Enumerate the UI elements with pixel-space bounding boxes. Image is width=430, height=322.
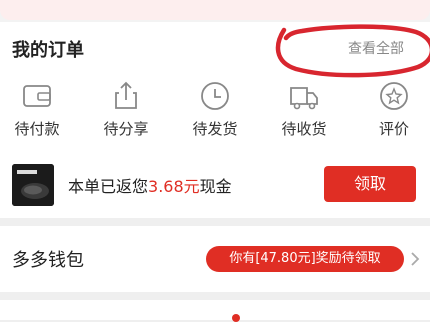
clock-icon: [201, 82, 229, 110]
status-pending-share[interactable]: 待分享: [91, 80, 161, 150]
cashback-amount: 3.68元: [148, 177, 200, 196]
view-all-link[interactable]: 查看全部: [348, 38, 404, 58]
claim-button[interactable]: 领取: [324, 166, 416, 202]
truck-icon: [290, 87, 318, 110]
order-status-row: 待付款 待分享 待发货 待收货 评价: [0, 80, 430, 150]
status-pending-payment[interactable]: 待付款: [2, 80, 72, 150]
notification-dot: [232, 314, 240, 322]
cashback-prefix: 本单已返您: [68, 177, 149, 196]
status-label-pending-shipment: 待发货: [192, 120, 238, 138]
star-badge-icon: [380, 82, 408, 110]
reward-badge[interactable]: 你有[47.80元]奖励待领取: [206, 246, 404, 272]
status-pending-shipment[interactable]: 待发货: [180, 80, 250, 150]
status-review[interactable]: 评价: [359, 80, 429, 150]
product-thumbnail[interactable]: [12, 164, 54, 206]
wallet-icon: [23, 85, 51, 107]
orders-title: 我的订单: [12, 40, 84, 61]
chevron-right-icon: [411, 252, 420, 266]
cashback-text: 本单已返您3.68元现金: [68, 173, 232, 197]
share-icon: [115, 81, 137, 109]
orders-card: 我的订单 查看全部 待付款 待分享 待发货 待收货 评价 本单已返您3.68元现…: [0, 22, 430, 218]
cashback-row: 本单已返您3.68元现金 领取: [0, 158, 430, 210]
status-label-pending-payment: 待付款: [14, 120, 60, 138]
wallet-card[interactable]: 多多钱包 你有[47.80元]奖励待领取: [0, 226, 430, 292]
mouse-product-image: [12, 164, 54, 206]
status-label-pending-receipt: 待收货: [281, 120, 327, 138]
status-label-pending-share: 待分享: [103, 120, 149, 138]
status-label-review: 评价: [378, 120, 409, 138]
status-pending-receipt[interactable]: 待收货: [269, 80, 339, 150]
top-card-edge: [0, 0, 430, 20]
bottom-card: [0, 300, 430, 322]
wallet-title: 多多钱包: [12, 250, 84, 271]
cashback-suffix: 现金: [199, 177, 232, 196]
